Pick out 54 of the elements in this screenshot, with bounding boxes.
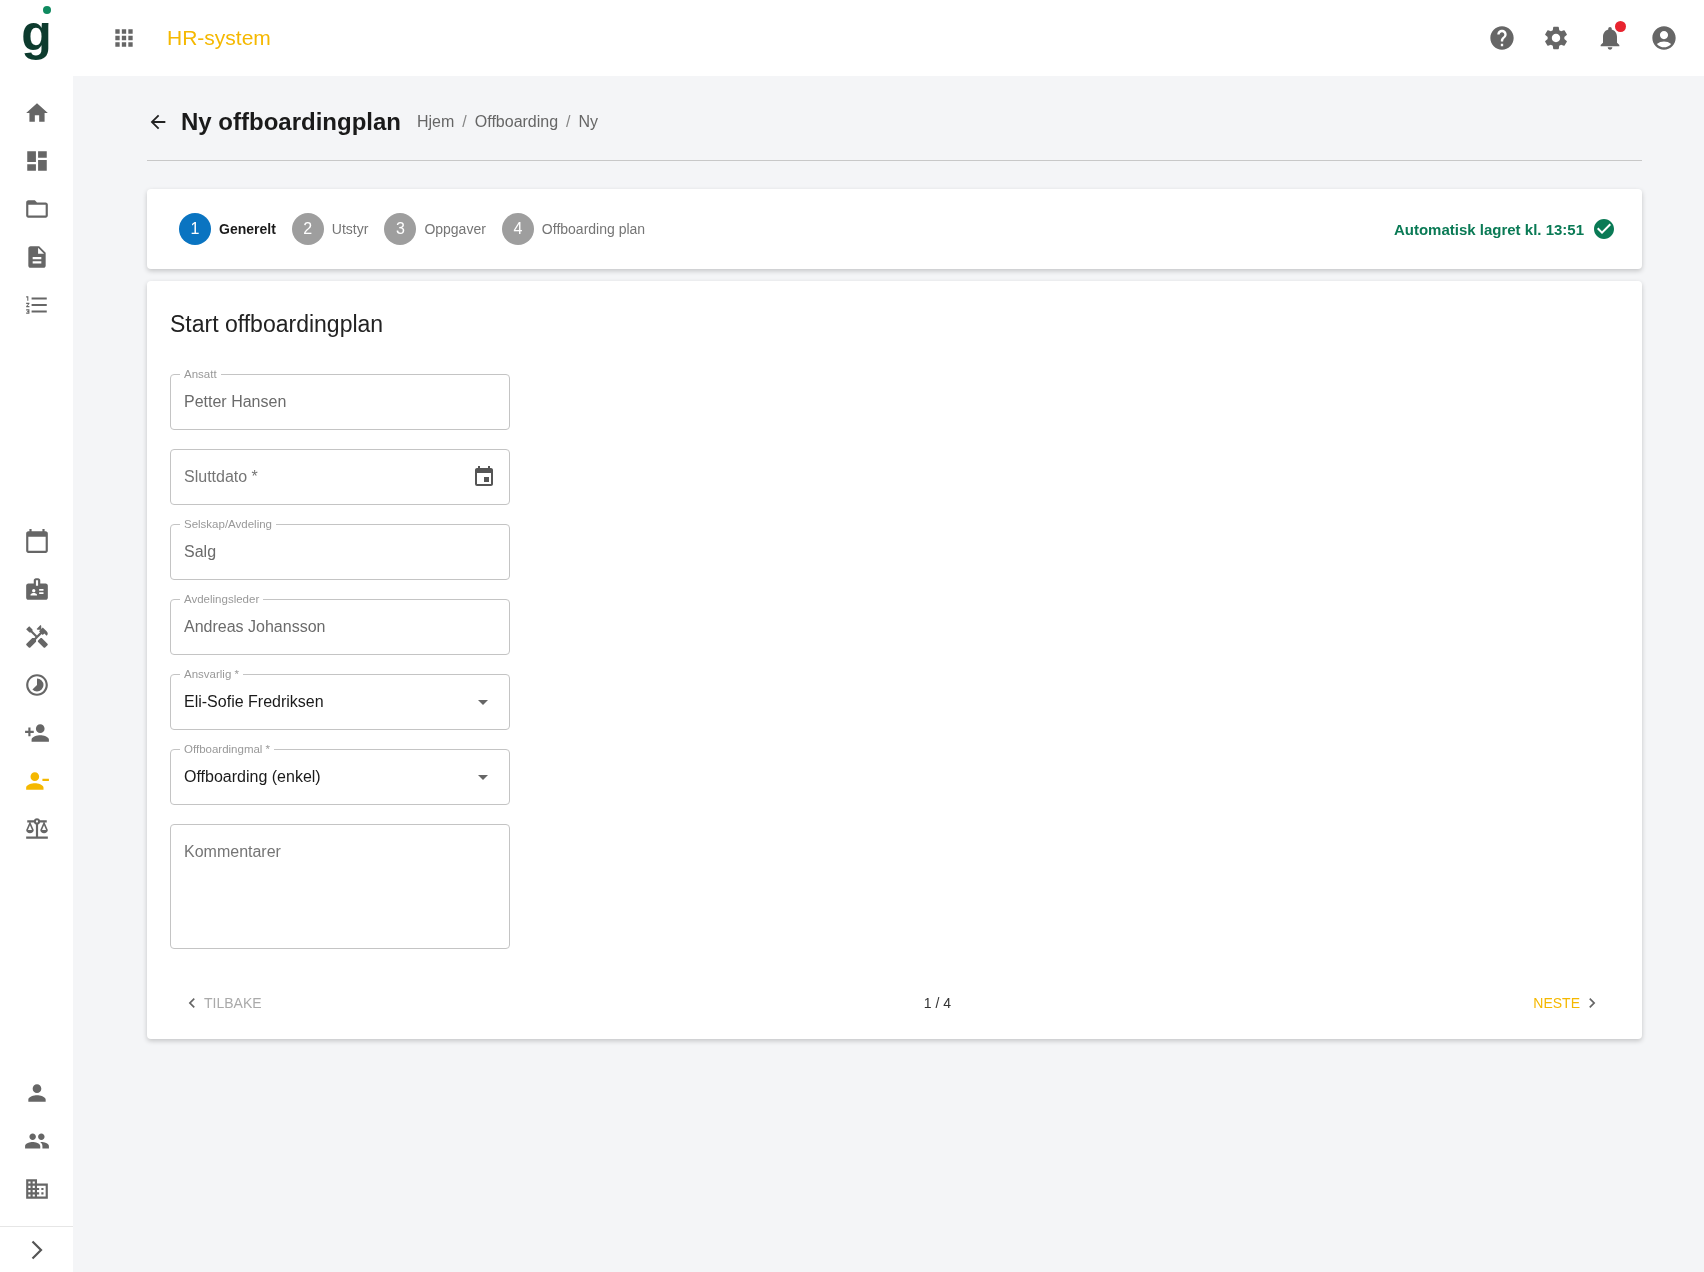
field-label: Ansatt: [180, 367, 221, 381]
chevron-right-icon: [30, 1239, 43, 1260]
autosave-status: Automatisk lagret kl. 13:51: [1393, 220, 1584, 238]
account-button[interactable]: [1650, 24, 1678, 52]
field-value: Salg: [184, 543, 217, 561]
step-number[interactable]: 3: [384, 213, 417, 245]
field-label: Ansvarlig *: [180, 667, 243, 681]
help-button[interactable]: [1488, 24, 1516, 52]
field-label: Selskap/Avdeling: [180, 517, 276, 531]
step-label[interactable]: Offboarding plan: [541, 221, 646, 237]
form-title: Start offboardingplan: [170, 311, 385, 338]
field-label: Avdelingsleder: [180, 592, 264, 606]
sidebar-item[interactable]: [23, 576, 50, 602]
timer-icon: [23, 672, 50, 698]
step-label[interactable]: Utstyr: [331, 221, 369, 237]
sidebar-item[interactable]: [23, 624, 50, 650]
step-number[interactable]: 2: [291, 213, 324, 245]
field-placeholder: Sluttdato *: [184, 468, 258, 486]
breadcrumb-separator: /: [566, 113, 571, 131]
field-value: Petter Hansen: [184, 393, 287, 411]
sidebar-item[interactable]: [23, 672, 50, 698]
step-number[interactable]: 1: [179, 213, 211, 245]
sidebar-item[interactable]: [23, 1176, 50, 1202]
check-icon: [1592, 217, 1616, 241]
comment-field[interactable]: Kommentarer: [170, 824, 510, 949]
field-placeholder: Kommentarer: [184, 843, 281, 861]
settings-button[interactable]: [1542, 24, 1570, 52]
step-counter: 1 / 4: [923, 995, 952, 1011]
breadcrumb-link[interactable]: Offboarding: [474, 113, 559, 131]
expand-sidebar-button[interactable]: [30, 1239, 43, 1260]
field-label: Offboardingmal *: [180, 742, 275, 756]
calendar-icon[interactable]: [472, 465, 496, 489]
building-icon: [23, 1176, 50, 1202]
dropdown-caret-icon: [478, 699, 488, 705]
dropdown-caret-icon: [478, 774, 488, 780]
id-badge-icon: [23, 576, 50, 602]
field-value: Andreas Johansson: [184, 618, 326, 636]
step-label[interactable]: Generelt: [219, 221, 276, 237]
breadcrumb-separator: /: [462, 113, 467, 131]
page-title: Ny offboardingplan: [181, 108, 401, 136]
field-value: Offboarding (enkel): [184, 768, 321, 786]
calendar-icon: [23, 528, 50, 554]
step-label[interactable]: Oppgaver: [424, 221, 486, 237]
breadcrumb-link[interactable]: Hjem: [417, 113, 455, 131]
logo: g: [21, 8, 52, 58]
field-value: Eli-Sofie Fredriksen: [184, 693, 324, 711]
step-number[interactable]: 4: [501, 213, 534, 245]
sidebar-item[interactable]: [23, 816, 50, 842]
breadcrumb-link[interactable]: Ny: [578, 113, 599, 131]
tools-icon: [23, 624, 50, 650]
date-field[interactable]: Sluttdato *: [170, 449, 510, 505]
app-title: HR-system: [167, 26, 271, 50]
sidebar-item[interactable]: [23, 528, 50, 554]
scale-icon: [23, 816, 50, 842]
